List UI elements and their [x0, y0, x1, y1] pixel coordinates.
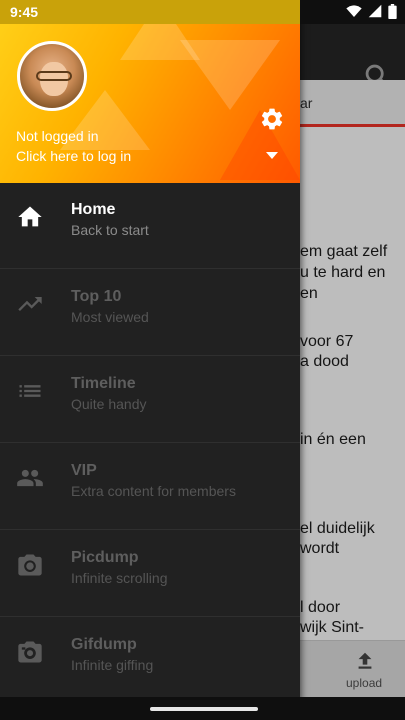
drawer-item-gifdump[interactable]: Gifdump Infinite giffing [0, 618, 300, 704]
article-text: l door [300, 599, 341, 616]
drawer-item-title: Gifdump [71, 636, 137, 653]
status-bar: 9:45 [0, 0, 405, 24]
gear-icon[interactable] [259, 106, 285, 132]
tab-label[interactable]: ar [300, 95, 312, 111]
drawer-item-vip[interactable]: VIP Extra content for members [0, 444, 300, 530]
drawer-item-subtitle: Extra content for members [71, 483, 236, 499]
drawer-item-subtitle: Infinite giffing [71, 657, 154, 673]
trending-icon [18, 297, 42, 311]
avatar[interactable] [17, 41, 87, 111]
article-text: em gaat zelf [300, 243, 388, 260]
home-icon [18, 206, 42, 227]
battery-icon [388, 4, 397, 19]
signal-icon [368, 4, 382, 18]
drawer-item-title: VIP [71, 462, 97, 479]
login-link[interactable]: Click here to log in [16, 148, 131, 164]
upload-icon[interactable] [354, 650, 376, 672]
people-icon [17, 469, 43, 487]
camera-icon [18, 554, 42, 576]
article-text: wordt [300, 540, 340, 557]
chevron-down-icon[interactable] [266, 151, 278, 161]
drawer-item-subtitle: Quite handy [71, 396, 147, 412]
camera-roll-icon [18, 641, 42, 663]
login-status: Not logged in [16, 128, 99, 144]
tab-indicator [300, 124, 405, 127]
article-text: a dood [300, 353, 349, 370]
list-icon [19, 385, 41, 397]
status-time: 9:45 [10, 4, 39, 20]
drawer-item-subtitle: Infinite scrolling [71, 570, 168, 586]
navigation-drawer: Not logged in Click here to log in Home … [0, 0, 300, 720]
drawer-item-timeline[interactable]: Timeline Quite handy [0, 357, 300, 443]
home-gesture-handle[interactable] [150, 707, 258, 711]
wifi-icon [346, 5, 362, 17]
article-text: u te hard en [300, 264, 386, 281]
drawer-item-home[interactable]: Home Back to start [0, 183, 300, 269]
drawer-item-subtitle: Most viewed [71, 309, 149, 325]
drawer-item-subtitle: Back to start [71, 222, 149, 238]
article-text: el duidelijk [300, 520, 375, 537]
drawer-item-top10[interactable]: Top 10 Most viewed [0, 270, 300, 356]
drawer-header[interactable]: Not logged in Click here to log in [0, 0, 300, 183]
article-text: wijk Sint- [300, 619, 365, 636]
system-navigation-bar [0, 697, 405, 720]
article-text: voor 67 [300, 333, 354, 350]
drawer-item-title: Top 10 [71, 288, 122, 305]
upload-label[interactable]: upload [346, 676, 382, 690]
drawer-item-title: Home [71, 201, 116, 218]
drawer-item-title: Picdump [71, 549, 139, 566]
article-text: in én een [300, 431, 366, 448]
drawer-item-picdump[interactable]: Picdump Infinite scrolling [0, 531, 300, 617]
article-text: en [300, 285, 318, 302]
drawer-item-title: Timeline [71, 375, 136, 392]
